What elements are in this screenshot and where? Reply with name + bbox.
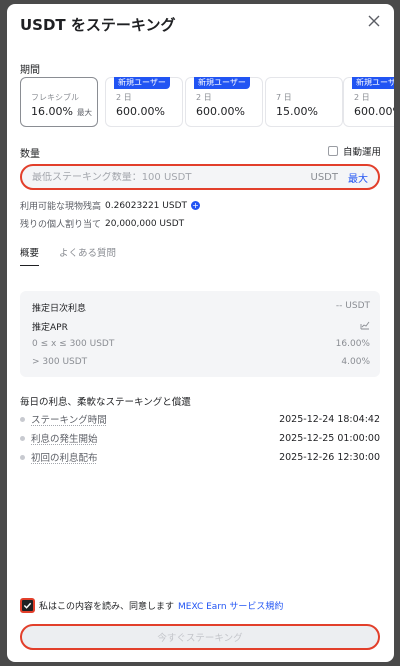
- apr-summary: 推定日次利息 -- USDT 推定APR 0 ≤ x ≤ 300 USDT 16…: [20, 291, 380, 377]
- period-duration: 7 日: [276, 93, 292, 102]
- amount-unit: USDT: [310, 171, 338, 183]
- tab-faq[interactable]: よくある質問: [59, 245, 116, 266]
- period-card-2day-c[interactable]: 新規ユーザー 2 日 600.00%: [343, 77, 394, 127]
- close-icon[interactable]: [366, 13, 382, 29]
- new-user-tag: 新規ユーザー: [352, 77, 394, 89]
- apr-tier-row: > 300 USDT 4.00%: [32, 357, 370, 367]
- amount-input[interactable]: [32, 171, 311, 183]
- staking-modal: USDT をステーキング 期間 フレキシブル 16.00% 最大 新規ユーザー 2…: [7, 4, 394, 662]
- schedule-row: ステーキング時間 2025-12-24 18:04:42: [20, 412, 380, 426]
- daily-interest-row: 推定日次利息 -- USDT: [32, 301, 370, 314]
- period-duration: フレキシブル: [31, 93, 79, 102]
- remaining-quota: 残りの個人割り当て 20,000,000 USDT: [20, 217, 185, 231]
- period-card-2day-a[interactable]: 新規ユーザー 2 日 600.00%: [105, 77, 183, 127]
- modal-title: USDT をステーキング: [20, 16, 176, 34]
- available-balance-label: 利用可能な現物残高: [20, 202, 102, 212]
- apr-tier-range: > 300 USDT: [32, 357, 88, 367]
- new-user-tag: 新規ユーザー: [194, 77, 250, 89]
- check-icon: [23, 602, 32, 609]
- agreement-checkbox[interactable]: [20, 598, 35, 613]
- period-duration: 2 日: [354, 93, 370, 102]
- apr-tier-rate: 16.00%: [335, 339, 370, 349]
- period-duration: 2 日: [116, 93, 132, 102]
- info-tabs: 概要 よくある質問: [20, 245, 116, 266]
- timeline-dot: [20, 435, 25, 441]
- period-duration: 2 日: [196, 93, 212, 102]
- auto-invest-label: 自動運用: [342, 147, 381, 158]
- tab-overview[interactable]: 概要: [20, 245, 40, 266]
- available-balance: 利用可能な現物残高 0.26023221 USDT +: [20, 199, 200, 212]
- chart-icon[interactable]: [360, 320, 370, 333]
- schedule-title: 毎日の利息、柔軟なステーキングと償還: [20, 397, 191, 408]
- period-card-flexible[interactable]: フレキシブル 16.00% 最大: [20, 77, 98, 127]
- daily-interest-value: -- USDT: [335, 301, 370, 311]
- schedule-time: 2025-12-26 12:30:00: [279, 451, 380, 463]
- apr-tier-row: 0 ≤ x ≤ 300 USDT 16.00%: [32, 339, 370, 349]
- period-apr: 600.00%: [354, 105, 394, 118]
- period-card-7day[interactable]: 7 日 15.00%: [265, 77, 343, 127]
- terms-link[interactable]: MEXC Earn サービス規約: [178, 599, 283, 612]
- timeline-dot: [20, 416, 25, 422]
- schedule-time: 2025-12-24 18:04:42: [279, 413, 380, 425]
- add-funds-icon[interactable]: +: [191, 201, 200, 210]
- auto-invest-checkbox[interactable]: [327, 146, 338, 156]
- period-apr-note: 最大: [76, 108, 92, 117]
- agreement: 私はこの内容を読み、同意します MEXC Earn サービス規約: [20, 598, 283, 613]
- schedule-label: ステーキング時間: [31, 415, 107, 426]
- schedule-row: 初回の利息配布 2025-12-26 12:30:00: [20, 450, 380, 464]
- auto-invest-toggle[interactable]: 自動運用: [327, 144, 381, 158]
- apr-tier-rate: 4.00%: [341, 357, 370, 367]
- period-apr: 600.00%: [116, 105, 165, 118]
- schedule-time: 2025-12-25 01:00:00: [279, 432, 380, 444]
- daily-interest-label: 推定日次利息: [32, 304, 87, 314]
- agreement-text: 私はこの内容を読み、同意します: [39, 602, 175, 612]
- period-apr: 16.00% 最大: [31, 105, 92, 118]
- period-apr: 600.00%: [196, 105, 245, 118]
- max-button[interactable]: 最大: [348, 170, 368, 185]
- schedule-label: 利息の発生開始: [31, 434, 98, 445]
- stake-now-label: 今すぐステーキング: [157, 633, 243, 644]
- apr-tier-range: 0 ≤ x ≤ 300 USDT: [32, 339, 115, 349]
- estimated-apr-label: 推定APR: [32, 323, 68, 333]
- timeline-dot: [20, 454, 25, 460]
- new-user-tag: 新規ユーザー: [114, 77, 170, 89]
- amount-field[interactable]: USDT 最大: [20, 164, 380, 190]
- estimated-apr-row: 推定APR: [32, 320, 370, 333]
- schedule-row: 利息の発生開始 2025-12-25 01:00:00: [20, 431, 380, 445]
- amount-label: 数量: [20, 149, 40, 160]
- remaining-quota-value: 20,000,000 USDT: [105, 218, 185, 229]
- available-balance-value: 0.26023221 USDT: [105, 200, 187, 211]
- period-label: 期間: [20, 65, 40, 76]
- remaining-quota-label: 残りの個人割り当て: [20, 220, 102, 230]
- period-apr: 15.00%: [276, 105, 318, 118]
- period-card-2day-b[interactable]: 新規ユーザー 2 日 600.00%: [185, 77, 263, 127]
- stake-now-button[interactable]: 今すぐステーキング: [20, 624, 380, 650]
- schedule-label: 初回の利息配布: [31, 453, 98, 464]
- period-options: フレキシブル 16.00% 最大 新規ユーザー 2 日 600.00% 新規ユーザ…: [20, 77, 394, 129]
